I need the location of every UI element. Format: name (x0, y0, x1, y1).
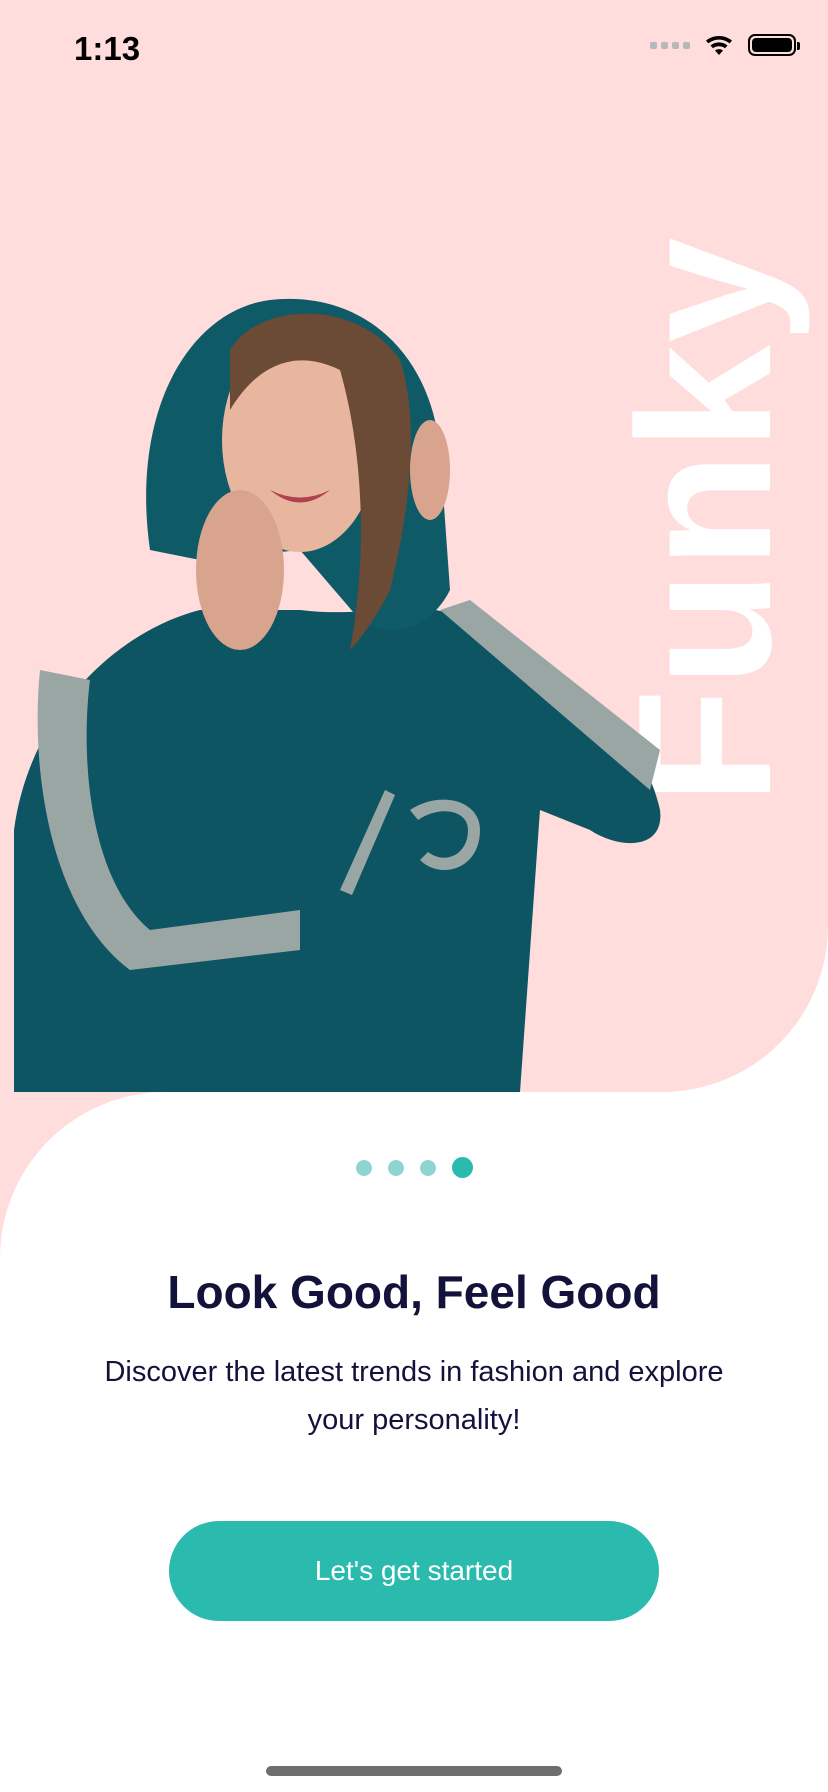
status-bar: 1:13 (0, 0, 828, 100)
status-icons (650, 34, 800, 56)
page-indicator (0, 1157, 828, 1178)
battery-icon (748, 34, 800, 56)
onboarding-description: Discover the latest trends in fashion an… (104, 1356, 724, 1436)
hero-section: Funky (0, 0, 828, 1092)
page-dot-3[interactable] (419, 1159, 436, 1176)
wifi-icon (706, 35, 732, 55)
get-started-button[interactable]: Let's get started (169, 1521, 659, 1621)
home-indicator[interactable] (266, 1766, 562, 1776)
cellular-signal-icon (650, 41, 690, 49)
model-photo (14, 298, 661, 1092)
onboarding-title: Look Good, Feel Good (167, 1266, 661, 1318)
page-dot-1[interactable] (355, 1159, 372, 1176)
page-dot-2[interactable] (387, 1159, 404, 1176)
status-time: 1:13 (74, 30, 141, 67)
page-dot-4-active[interactable] (451, 1157, 473, 1178)
